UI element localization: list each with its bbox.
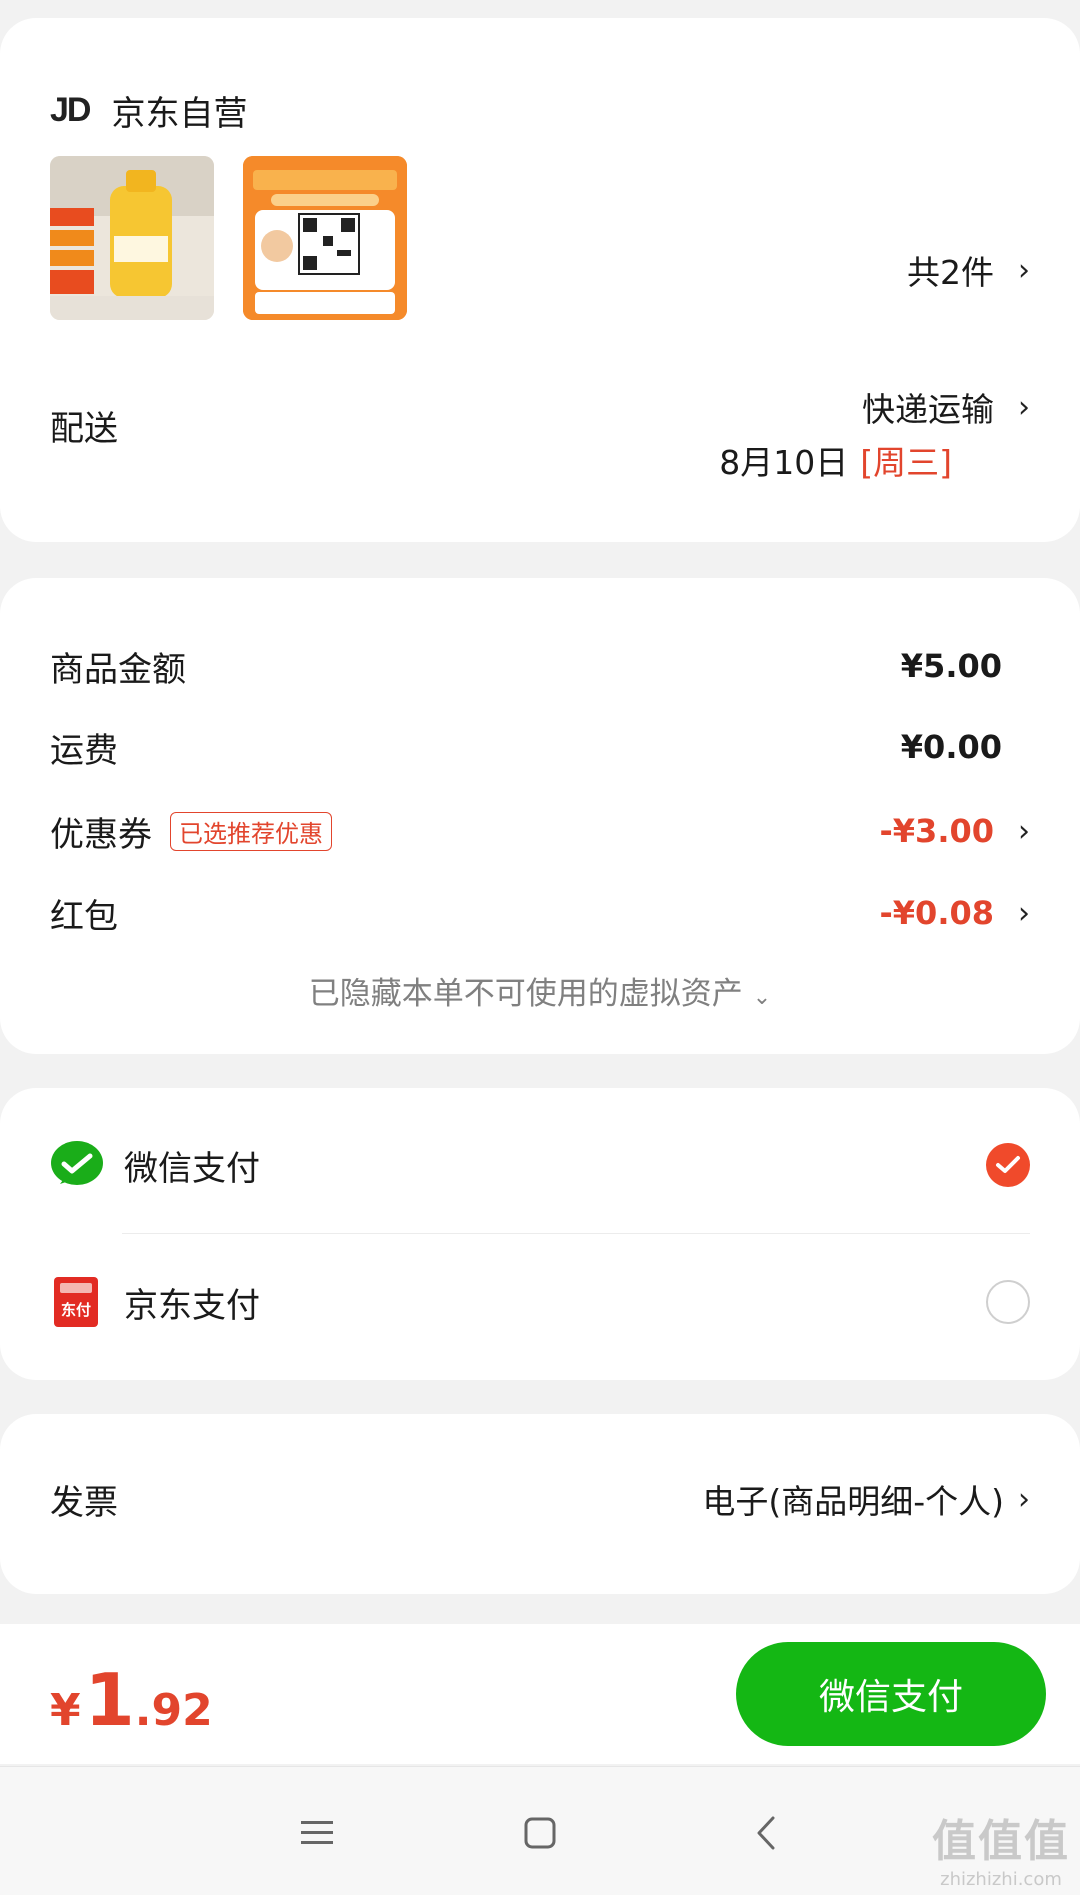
order-items-card: JD 京东自营 共2件 › 配送 快递运输 › 8月10日 [周三] — [0, 18, 1080, 542]
red-packet-amount: -¥0.08 — [879, 894, 995, 932]
delivery-date: 8月10日 [周三] — [719, 436, 952, 484]
back-icon[interactable] — [738, 1805, 794, 1861]
payment-method-card — [0, 1088, 1080, 1380]
watermark-logo: 值值值 — [932, 1816, 1070, 1867]
goods-amount-label: 商品金额 — [50, 649, 186, 690]
shipping-fee-value: ¥0.00 — [900, 728, 1002, 766]
items-count-link[interactable]: 共2件 › — [907, 246, 1030, 294]
wechat-pay-icon — [51, 1141, 103, 1185]
chevron-right-icon: › — [1018, 895, 1030, 931]
shipping-fee-row: 运费 ¥0.00 — [50, 722, 1030, 772]
order-total: ¥ 1 .92 — [50, 1658, 213, 1742]
chevron-right-icon: › — [1018, 1481, 1030, 1517]
store-header: JD 京东自营 — [50, 86, 247, 135]
coupon-value-group: -¥3.00 › — [880, 812, 1031, 850]
coupon-label: 优惠券 — [50, 814, 152, 855]
jd-pay-icon: 东付 — [54, 1277, 98, 1327]
red-packet-value-group: -¥0.08 › — [880, 894, 1031, 932]
total-currency: ¥ — [50, 1685, 81, 1736]
jd-logo: JD — [50, 91, 91, 129]
payment-option-jd[interactable]: 东付 京东支付 — [50, 1272, 1030, 1332]
invoice-value: 电子(商品明细-个人) — [702, 1482, 1004, 1521]
payment-radio-selected[interactable] — [986, 1143, 1030, 1187]
red-packet-row[interactable]: 红包 -¥0.08 › — [50, 888, 1030, 938]
delivery-weekday: [周三] — [860, 443, 952, 482]
chevron-right-icon: › — [1018, 389, 1030, 425]
home-icon[interactable] — [512, 1805, 568, 1861]
check-icon — [996, 1156, 1020, 1173]
chevron-down-icon: ⌄ — [752, 985, 772, 1010]
invoice-label: 发票 — [50, 1482, 118, 1523]
payment-divider — [122, 1233, 1030, 1234]
coupon-recommended-badge: 已选推荐优惠 — [170, 811, 332, 851]
payment-label-wechat: 微信支付 — [124, 1148, 260, 1189]
total-decimal: .92 — [134, 1685, 213, 1736]
goods-amount-value: ¥5.00 — [900, 647, 1002, 685]
chevron-right-icon: › — [1018, 252, 1030, 288]
delivery-method-selector[interactable]: 快递运输 › — [862, 383, 1030, 431]
payment-radio-unselected[interactable] — [986, 1280, 1030, 1324]
jd-pay-icon-text: 东付 — [61, 1301, 91, 1319]
red-packet-label: 红包 — [50, 896, 118, 937]
invoice-value-group: 电子(商品明细-个人) › — [702, 1475, 1030, 1523]
pay-button[interactable]: 微信支付 — [736, 1642, 1046, 1746]
member-promo-thumbnail[interactable] — [243, 156, 407, 320]
shipping-fee-label: 运费 — [50, 730, 118, 771]
coupon-amount: -¥3.00 — [879, 812, 995, 850]
goods-amount-row: 商品金额 ¥5.00 — [50, 641, 1030, 691]
product-thumbnail-dish-soap[interactable] — [50, 156, 214, 320]
delivery-label: 配送 — [50, 409, 118, 449]
delivery-date-text: 8月10日 — [719, 443, 849, 482]
payment-option-wechat[interactable]: 微信支付 — [50, 1135, 1030, 1195]
system-navigation-bar: 值值值 zhizhizhi.com — [0, 1766, 1080, 1895]
watermark: 值值值 zhizhizhi.com — [932, 1805, 1070, 1890]
total-integer: 1 — [84, 1658, 135, 1742]
invoice-row[interactable]: 发票 电子(商品明细-个人) › — [50, 1474, 1030, 1524]
payment-label-jd: 京东支付 — [124, 1285, 260, 1326]
chevron-right-icon: › — [1018, 813, 1030, 849]
store-name: 京东自营 — [111, 94, 248, 134]
watermark-url: zhizhizhi.com — [940, 1869, 1062, 1890]
checkout-page: JD 京东自营 共2件 › 配送 快递运输 › 8月10日 [周三] 商品金额 … — [0, 0, 1080, 1895]
hidden-assets-note: 已隐藏本单不可使用的虚拟资产 — [308, 976, 743, 1012]
hidden-assets-toggle[interactable]: 已隐藏本单不可使用的虚拟资产 ⌄ — [0, 968, 1080, 1013]
checkout-bottom-bar: ¥ 1 .92 微信支付 — [0, 1624, 1080, 1764]
items-count: 共2件 — [907, 253, 994, 292]
delivery-method: 快递运输 — [862, 390, 994, 429]
coupon-label-group: 优惠券 已选推荐优惠 — [50, 807, 332, 856]
coupon-row[interactable]: 优惠券 已选推荐优惠 -¥3.00 › — [50, 806, 1030, 856]
menu-icon[interactable] — [289, 1805, 345, 1861]
